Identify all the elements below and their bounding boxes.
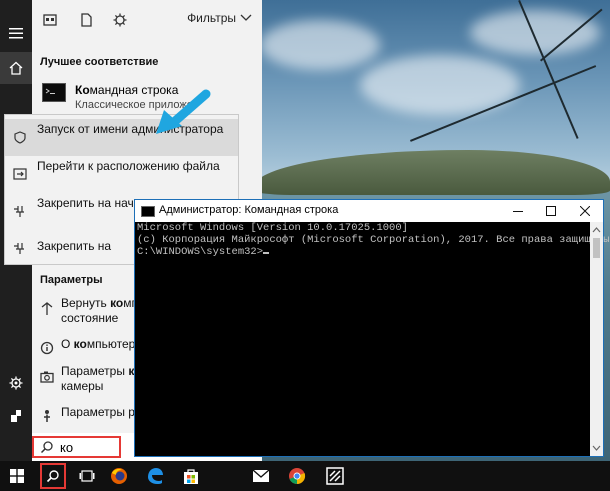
text-cursor: [263, 252, 270, 254]
command-prompt-icon: [141, 206, 155, 217]
pin-icon: [14, 206, 24, 217]
taskbar: [0, 461, 610, 491]
chrome-icon[interactable]: [280, 461, 314, 491]
panel-toolbar: Фильтры: [32, 0, 262, 40]
chevron-down-icon: [240, 14, 252, 21]
apps-filter-icon[interactable]: [42, 12, 58, 28]
folder-open-icon: [13, 168, 27, 180]
cloud: [470, 10, 600, 55]
cloud: [260, 20, 380, 70]
scroll-up-icon[interactable]: [590, 224, 603, 236]
mail-icon[interactable]: [244, 461, 278, 491]
edge-icon[interactable]: [138, 461, 172, 491]
minimize-button[interactable]: [501, 200, 534, 222]
person-icon: [44, 410, 50, 422]
settings-filter-icon[interactable]: [112, 12, 128, 28]
console-prompt-line: C:\WINDOWS\system32>: [137, 246, 591, 258]
camera-icon: [40, 371, 54, 383]
filters-dropdown[interactable]: Фильтры: [187, 11, 252, 25]
app-icon[interactable]: [318, 461, 352, 491]
close-button[interactable]: [568, 200, 601, 222]
search-input[interactable]: ко: [32, 436, 121, 458]
info-icon: [40, 341, 54, 355]
store-icon[interactable]: [174, 461, 208, 491]
restore-icon: [41, 302, 53, 315]
documents-filter-icon[interactable]: [78, 12, 94, 28]
command-prompt-icon: [42, 83, 66, 102]
annotation-arrow-icon: [156, 89, 211, 134]
settings-gear-icon[interactable]: [0, 367, 32, 399]
admin-shield-icon: [14, 131, 26, 144]
hamburger-menu-icon[interactable]: [0, 17, 32, 49]
windows-start-icon[interactable]: [0, 461, 34, 491]
home-icon[interactable]: [0, 52, 32, 84]
search-icon: [40, 441, 53, 454]
scroll-thumb[interactable]: [593, 238, 600, 258]
island: [255, 150, 610, 195]
user-account-icon[interactable]: [0, 400, 32, 432]
context-item-open-location[interactable]: Перейти к расположению файла: [5, 156, 238, 193]
vertical-scrollbar[interactable]: [590, 222, 603, 456]
best-match-item[interactable]: Командная строка Классическое приложе: [32, 75, 262, 113]
scroll-down-icon[interactable]: [590, 442, 603, 454]
console-line: Microsoft Windows [Version 10.0.17025.10…: [137, 222, 408, 234]
filters-label: Фильтры: [187, 11, 236, 25]
search-icon[interactable]: [40, 463, 66, 489]
console-prompt: C:\WINDOWS\system32>: [137, 246, 264, 258]
search-input-value: ко: [60, 440, 74, 455]
settings-heading: Параметры: [40, 274, 103, 286]
console-output[interactable]: Microsoft Windows [Version 10.0.17025.10…: [135, 222, 610, 456]
window-title: Администратор: Командная строка: [159, 204, 339, 216]
best-match-heading: Лучшее соответствие: [40, 56, 159, 68]
window-titlebar[interactable]: Администратор: Командная строка: [135, 200, 603, 222]
console-line: (c) Корпорация Майкрософт (Microsoft Cor…: [137, 234, 610, 246]
context-item-label: Перейти к расположению файла: [37, 159, 220, 173]
firefox-icon[interactable]: [102, 461, 136, 491]
command-prompt-window[interactable]: Администратор: Командная строка Microsof…: [134, 199, 610, 457]
maximize-button[interactable]: [534, 200, 567, 222]
pin-icon: [14, 243, 24, 254]
task-view-icon[interactable]: [70, 461, 104, 491]
